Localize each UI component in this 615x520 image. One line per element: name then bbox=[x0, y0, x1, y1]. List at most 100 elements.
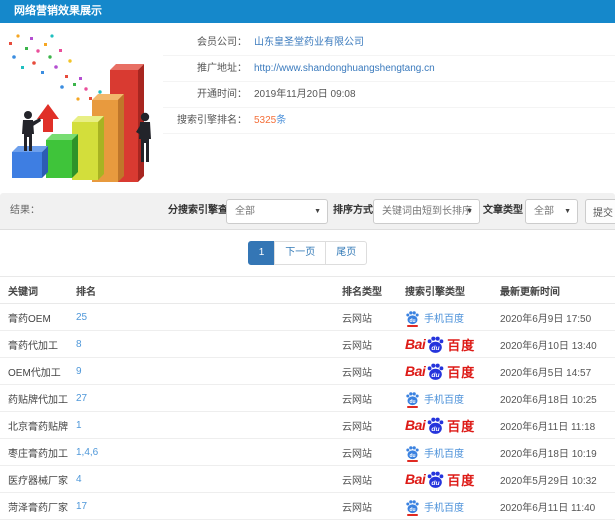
table-row: 膏药OEM 25 云网站 du 手机百度 Bai du 百度 2020年6月9日… bbox=[0, 303, 615, 331]
rank-link[interactable]: 8 bbox=[76, 339, 82, 350]
cell-rank: 27 bbox=[68, 384, 334, 412]
baidu-paw-icon: du bbox=[405, 445, 420, 462]
col-rank-type: 排名类型 bbox=[334, 276, 397, 304]
baidu-bai-text: Bai bbox=[405, 471, 426, 487]
cell-engine: du 手机百度 Bai du 百度 bbox=[397, 411, 492, 439]
table-row: 枣庄膏药加工 1,4,6 云网站 du 手机百度 Bai du 百度 2020年… bbox=[0, 438, 615, 466]
rank-link[interactable]: 1,4,6 bbox=[76, 447, 98, 458]
article-type-value: 全部 bbox=[534, 206, 554, 217]
promo-url-label: 推广地址： bbox=[197, 63, 247, 74]
cell-rank-type: 云网站 bbox=[334, 438, 397, 466]
chevron-down-icon: ▼ bbox=[314, 208, 321, 215]
baidu-bai-text: Bai bbox=[405, 417, 426, 433]
svg-text:du: du bbox=[409, 452, 415, 458]
rank-count-label: 搜索引擎排名： bbox=[177, 115, 247, 126]
cell-engine: du 手机百度 Bai du 百度 bbox=[397, 438, 492, 466]
sort-label: 排序方式 bbox=[333, 205, 373, 216]
cell-engine: du 手机百度 Bai du 百度 bbox=[397, 465, 492, 493]
svg-text:du: du bbox=[432, 426, 440, 433]
svg-text:du: du bbox=[409, 506, 415, 512]
cell-keyword: 膏药代加工 bbox=[0, 330, 68, 358]
col-engine-type: 搜索引擎类型 bbox=[397, 276, 492, 304]
table-row: 医疗器械厂家 4 云网站 du 手机百度 Bai du 百度 2020年5月29… bbox=[0, 465, 615, 493]
cell-updated: 2020年6月11日 11:40 bbox=[492, 492, 615, 520]
cell-updated: 2020年6月9日 17:50 bbox=[492, 303, 615, 331]
cell-rank: 8 bbox=[68, 330, 334, 358]
cell-rank: 4 bbox=[68, 465, 334, 493]
rank-count-value: 5325 bbox=[254, 115, 277, 126]
svg-text:du: du bbox=[432, 372, 440, 379]
bar-green bbox=[46, 134, 78, 178]
baidu-suffix-text: 百度 bbox=[447, 418, 476, 434]
svg-text:du: du bbox=[432, 480, 440, 487]
rank-count-unit-link[interactable]: 条 bbox=[276, 115, 286, 126]
next-page-button[interactable]: 下一页 bbox=[274, 241, 327, 265]
promo-url-link[interactable]: http://www.shandonghuangshengtang.cn bbox=[254, 63, 435, 74]
cell-keyword: 膏药OEM bbox=[0, 303, 68, 331]
rank-link[interactable]: 9 bbox=[76, 366, 82, 377]
last-page-button[interactable]: 尾页 bbox=[325, 241, 368, 265]
chevron-down-icon: ▼ bbox=[564, 208, 571, 215]
cell-rank-type: 云网站 bbox=[334, 384, 397, 412]
baidu-paw-icon: du bbox=[426, 470, 445, 489]
member-info-panel: 会员公司： 山东皇圣堂药业有限公司 推广地址： http://www.shandon… bbox=[163, 30, 615, 134]
cell-updated: 2020年6月10日 13:40 bbox=[492, 330, 615, 358]
cell-rank: 9 bbox=[68, 357, 334, 385]
open-time-value: 2019年11月20日 09:08 bbox=[254, 89, 356, 100]
cell-engine: du 手机百度 Bai du 百度 bbox=[397, 384, 492, 412]
cell-keyword: 药贴牌代加工 bbox=[0, 384, 68, 412]
engine-filter-select[interactable]: 全部 ▼ bbox=[226, 199, 328, 224]
company-label: 会员公司： bbox=[197, 37, 247, 48]
cell-rank-type: 云网站 bbox=[334, 492, 397, 520]
baidu-logo: Bai du 百度 bbox=[405, 416, 475, 435]
open-time-label: 开通时间： bbox=[197, 89, 247, 100]
sort-select[interactable]: 关键词由短到长排序 ▼ bbox=[373, 199, 480, 224]
cell-updated: 2020年6月11日 11:18 bbox=[492, 411, 615, 439]
cell-keyword: 菏泽膏药厂家 bbox=[0, 492, 68, 520]
page-1-button[interactable]: 1 bbox=[247, 241, 276, 265]
col-updated: 最新更新时间 bbox=[492, 276, 615, 304]
article-type-select[interactable]: 全部 ▼ bbox=[525, 199, 578, 224]
cell-rank: 1 bbox=[68, 411, 334, 439]
rank-link[interactable]: 27 bbox=[76, 393, 87, 404]
person-left bbox=[22, 111, 41, 151]
rank-link[interactable]: 17 bbox=[76, 501, 87, 512]
titlebar: 网络营销效果展示 bbox=[0, 0, 615, 23]
col-rank: 排名 bbox=[68, 276, 334, 304]
mobile-baidu-logo: du 手机百度 bbox=[405, 499, 464, 516]
rank-link[interactable]: 25 bbox=[76, 312, 87, 323]
baidu-suffix-text: 百度 bbox=[447, 337, 476, 353]
table-row: OEM代加工 9 云网站 du 手机百度 Bai du 百度 2020年6月5日… bbox=[0, 357, 615, 385]
table-row: 膏药代加工 8 云网站 du 手机百度 Bai du 百度 2020年6月10日… bbox=[0, 330, 615, 358]
cell-engine: du 手机百度 Bai du 百度 bbox=[397, 492, 492, 520]
rank-link[interactable]: 1 bbox=[76, 420, 82, 431]
svg-text:du: du bbox=[432, 345, 440, 352]
mobile-baidu-logo: du 手机百度 bbox=[405, 445, 464, 462]
filter-bar: 结果： 分搜索引擎查看 全部 ▼ 排序方式 关键词由短到长排序 ▼ 文章类型 全… bbox=[0, 193, 615, 230]
baidu-paw-icon: du bbox=[405, 310, 420, 327]
baidu-paw-icon: du bbox=[405, 391, 420, 408]
cell-updated: 2020年6月5日 14:57 bbox=[492, 357, 615, 385]
submit-button[interactable]: 提交 bbox=[585, 199, 615, 224]
cell-rank: 25 bbox=[68, 303, 334, 331]
article-type-label: 文章类型 bbox=[483, 205, 523, 216]
cell-rank-type: 云网站 bbox=[334, 303, 397, 331]
info-row-company: 会员公司： 山东皇圣堂药业有限公司 bbox=[163, 30, 615, 56]
info-row-rank-count: 搜索引擎排名： 5325条 bbox=[163, 108, 615, 134]
company-link[interactable]: 山东皇圣堂药业有限公司 bbox=[254, 37, 364, 48]
page-title: 网络营销效果展示 bbox=[14, 5, 102, 17]
cell-rank-type: 云网站 bbox=[334, 411, 397, 439]
mobile-baidu-label: 手机百度 bbox=[424, 502, 464, 514]
baidu-paw-icon: du bbox=[426, 335, 445, 354]
mobile-baidu-logo: du 手机百度 bbox=[405, 391, 464, 408]
cell-engine: du 手机百度 Bai du 百度 bbox=[397, 330, 492, 358]
confetti-dots bbox=[9, 34, 102, 108]
baidu-logo: Bai du 百度 bbox=[405, 335, 475, 354]
pagination: 1 下一页 尾页 bbox=[0, 230, 615, 276]
rank-link[interactable]: 4 bbox=[76, 474, 82, 485]
paw-underline bbox=[407, 459, 418, 462]
cell-engine: du 手机百度 Bai du 百度 bbox=[397, 303, 492, 331]
result-label: 结果： bbox=[10, 205, 40, 216]
table-row: 药贴牌代加工 27 云网站 du 手机百度 Bai du 百度 2020年6月1… bbox=[0, 384, 615, 412]
cell-rank-type: 云网站 bbox=[334, 357, 397, 385]
